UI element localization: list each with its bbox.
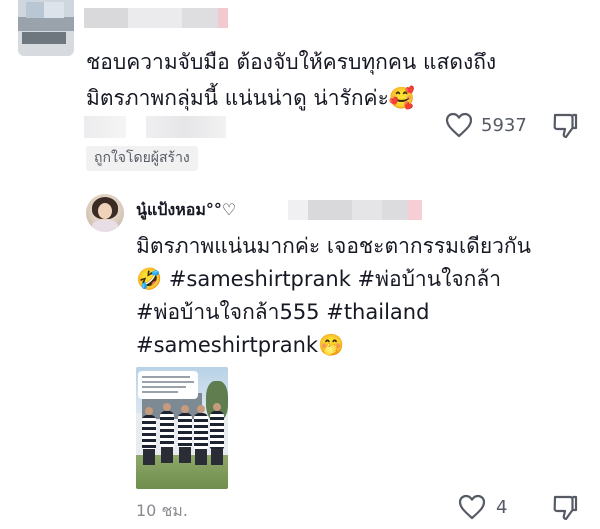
heart-outline-icon xyxy=(458,494,486,520)
commenter-name-blurred[interactable] xyxy=(84,8,228,28)
reply-text-line: 🤣 #sameshirtprank #พ่อบ้านใจกล้า xyxy=(136,267,501,291)
comment-text-line: ชอบความจับมือ ต้องจับให้ครบทุกคน แสดงถึง xyxy=(86,50,497,74)
reply-avatar[interactable] xyxy=(86,194,124,232)
comment-meta-blurred xyxy=(84,116,226,138)
reply-text: มิตรภาพแน่นมากค่ะ เจอชะตากรรมเดียวกัน 🤣 … xyxy=(136,230,586,362)
liked-by-creator-badge: ถูกใจโดยผู้สร้าง xyxy=(86,146,198,171)
reply-username[interactable]: นู๋แป้งหอม°°♡ xyxy=(136,198,236,223)
reply-text-line: #sameshirtprank🤭 xyxy=(136,333,345,357)
reply-like-button[interactable]: 4 xyxy=(458,494,507,520)
comment-text: ชอบความจับมือ ต้องจับให้ครบทุกคน แสดงถึง… xyxy=(86,44,556,116)
reply-dislike-button[interactable] xyxy=(552,494,578,522)
commenter-avatar[interactable] xyxy=(18,0,74,56)
reply-target-name-blurred xyxy=(288,200,422,220)
comment-dislike-button[interactable] xyxy=(552,112,578,140)
reply-text-line: #พ่อบ้านใจกล้า555 #thailand xyxy=(136,300,430,324)
thumbs-down-icon xyxy=(552,112,578,140)
reply-attached-photo[interactable] xyxy=(136,367,228,489)
heart-outline-icon xyxy=(445,112,473,138)
thumbs-down-icon xyxy=(552,494,578,522)
photo-caption-bubble xyxy=(138,371,198,399)
reply-text-line: มิตรภาพแน่นมากค่ะ เจอชะตากรรมเดียวกัน xyxy=(136,234,531,258)
comment-like-count: 5937 xyxy=(481,114,527,136)
reply-like-count: 4 xyxy=(496,496,508,518)
comment-like-button[interactable]: 5937 xyxy=(445,112,527,138)
reply-timestamp: 10 ชม. xyxy=(136,501,188,520)
comment-text-line: มิตรภาพกลุ่มนี้ แน่นน่าดู น่ารักค่ะ🥰 xyxy=(86,86,416,110)
